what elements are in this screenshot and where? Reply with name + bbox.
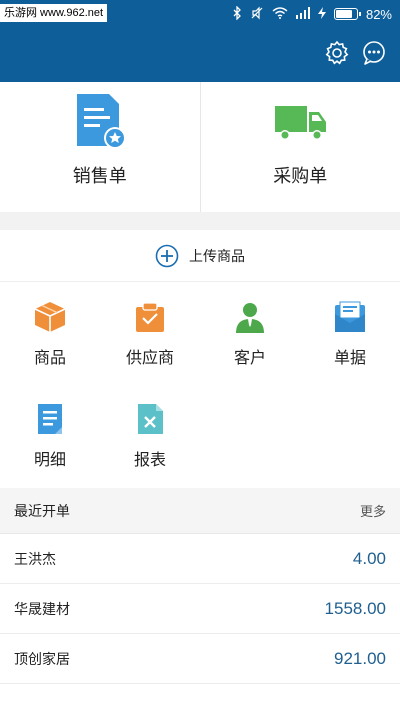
- customer-icon: [236, 303, 264, 333]
- grid-item-details[interactable]: 明细: [0, 384, 100, 486]
- supplier-icon: [136, 302, 164, 332]
- upload-product-label: 上传商品: [189, 248, 245, 265]
- mute-icon: [250, 6, 264, 23]
- list-item[interactable]: 顶创家居 921.00: [0, 634, 400, 684]
- list-item[interactable]: 华晟建材 1558.00: [0, 584, 400, 634]
- order-amount: 4.00: [352, 548, 386, 568]
- grid-item-customer[interactable]: 客户: [200, 282, 300, 384]
- app-header: 乐游网 www.962.net 82%: [0, 0, 400, 82]
- status-icons: 82%: [232, 4, 392, 24]
- grid-label-supplier: 供应商: [125, 348, 174, 367]
- sales-order-card[interactable]: 销售单: [0, 82, 200, 212]
- status-bar: 乐游网 www.962.net 82%: [0, 0, 400, 28]
- charging-icon: [317, 6, 326, 22]
- more-link[interactable]: 更多: [360, 501, 386, 520]
- order-customer-name: 华晟建材: [14, 601, 70, 618]
- wifi-icon: [272, 6, 288, 22]
- product-box-icon: [34, 302, 66, 332]
- list-item[interactable]: [0, 684, 400, 710]
- details-icon: [38, 404, 62, 434]
- function-grid: 商品 供应商 客户 单据 明细 报表: [0, 282, 400, 486]
- grid-item-supplier[interactable]: 供应商: [100, 282, 200, 384]
- order-cards: 销售单 采购单: [0, 82, 400, 212]
- signal-icon: [295, 6, 310, 22]
- purchase-truck-icon: [275, 106, 327, 140]
- grid-item-report[interactable]: 报表: [100, 384, 200, 486]
- upload-product-button[interactable]: 上传商品: [0, 230, 400, 282]
- battery-icon: [333, 8, 361, 20]
- grid-item-product[interactable]: 商品: [0, 282, 100, 384]
- purchase-order-label: 采购单: [273, 166, 328, 187]
- recent-orders-list: 王洪杰 4.00 华晟建材 1558.00 顶创家居 921.00: [0, 534, 400, 710]
- grid-label-documents: 单据: [333, 348, 366, 367]
- sales-order-label: 销售单: [72, 166, 127, 187]
- grid-label-customer: 客户: [233, 348, 266, 367]
- gear-icon[interactable]: [324, 40, 350, 66]
- grid-item-documents[interactable]: 单据: [300, 282, 400, 384]
- recent-orders: 最近开单 更多 王洪杰 4.00 华晟建材 1558.00 顶创家居 921.0…: [0, 488, 400, 710]
- bluetooth-icon: [232, 4, 242, 23]
- battery-percent: 82%: [365, 6, 392, 22]
- plus-circle-icon: [155, 244, 179, 267]
- function-panel: 上传商品 商品 供应商 客户 单据 明细 报表: [0, 230, 400, 488]
- recent-orders-title: 最近开单: [14, 503, 70, 520]
- grid-label-details: 明细: [33, 450, 66, 469]
- purchase-order-card[interactable]: 采购单: [199, 82, 400, 212]
- recent-orders-header: 最近开单 更多: [0, 488, 400, 534]
- sales-order-icon: [76, 94, 126, 149]
- report-icon: [138, 404, 163, 434]
- order-amount: 1558.00: [324, 598, 386, 618]
- grid-label-product: 商品: [33, 348, 66, 367]
- watermark: 乐游网 www.962.net: [0, 4, 108, 22]
- order-customer-name: 顶创家居: [14, 651, 70, 668]
- order-amount: 921.00: [334, 648, 386, 668]
- documents-icon: [335, 301, 365, 332]
- order-customer-name: 王洪杰: [14, 551, 56, 568]
- chat-bubble-icon[interactable]: [361, 40, 387, 66]
- grid-label-report: 报表: [133, 450, 166, 469]
- list-item[interactable]: 王洪杰 4.00: [0, 534, 400, 584]
